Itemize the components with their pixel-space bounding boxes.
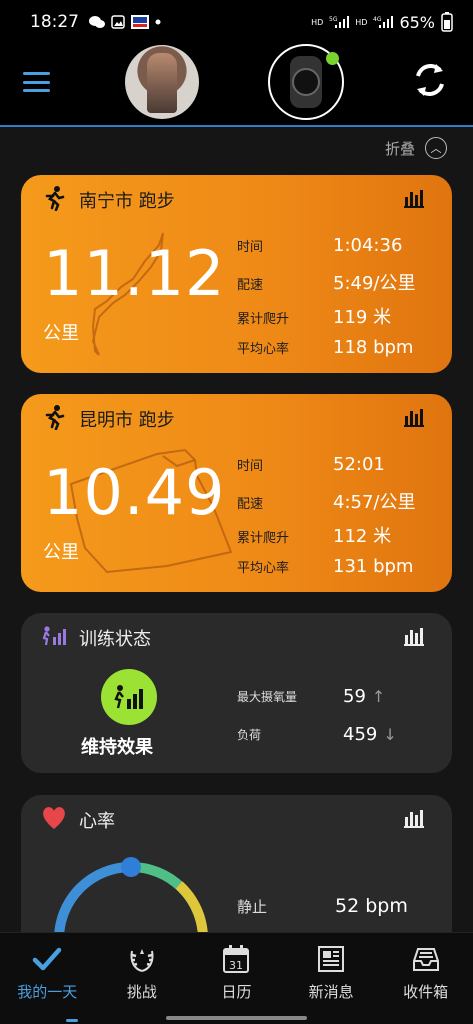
inbox-icon xyxy=(412,948,439,971)
activity-stats: 时间 52:01 配速 4:57/公里 累计爬升 112 米 平均心率 131 bpm xyxy=(237,454,416,590)
training-status-icon xyxy=(42,626,66,646)
hamburger-icon[interactable] xyxy=(23,72,50,92)
distance-unit: 公里 xyxy=(43,323,79,344)
arrow-down-icon: ↓ xyxy=(383,724,397,744)
heart-rate-gauge xyxy=(54,857,208,932)
arrow-up-icon: ↑ xyxy=(371,686,386,706)
tab-calendar[interactable]: 31 日历 xyxy=(189,933,284,1024)
laurel-icon xyxy=(130,949,154,972)
tab-label: 我的一天 xyxy=(17,983,78,1001)
gallery-icon xyxy=(111,15,125,29)
stat-pace: 配速 4:57/公里 xyxy=(237,492,416,513)
running-icon xyxy=(45,405,65,430)
status-bar: 18:27 HD 5G HD 4G 65% xyxy=(0,0,473,44)
maintaining-icon xyxy=(114,685,143,709)
status-time: 18:27 xyxy=(30,12,79,32)
watch-icon xyxy=(290,56,322,108)
activity-distance: 11.12 xyxy=(43,237,226,310)
app-header xyxy=(0,44,473,126)
calendar-day: 31 xyxy=(229,959,243,972)
dot-icon xyxy=(155,19,161,25)
hd-indicator-2: HD xyxy=(355,17,368,27)
training-status-badge xyxy=(101,669,157,725)
tab-inbox[interactable]: 收件箱 xyxy=(378,933,473,1024)
tab-label: 日历 xyxy=(221,983,252,1001)
stat-time: 时间 1:04:36 xyxy=(237,235,403,256)
svg-text:4G: 4G xyxy=(373,16,382,23)
bar-chart-icon[interactable] xyxy=(402,187,426,209)
training-status-value: 维持效果 xyxy=(81,737,153,758)
activity-title: 南宁市 跑步 xyxy=(79,191,175,212)
resting-hr: 静止 52 bpm xyxy=(237,895,408,917)
activity-stats: 时间 1:04:36 配速 5:49/公里 累计爬升 119 米 平均心率 118 bp… xyxy=(237,235,416,371)
stat-ascent: 累计爬升 119 米 xyxy=(237,307,392,328)
tab-label: 挑战 xyxy=(126,983,157,1001)
heart-rate-title: 心率 xyxy=(79,811,115,832)
home-indicator[interactable] xyxy=(166,1016,307,1020)
stat-avg-hr: 平均心率 131 bpm xyxy=(237,556,414,577)
battery-percent: 65% xyxy=(399,12,435,32)
hd-indicator: HD xyxy=(311,17,324,27)
signal-4g-icon: 4G xyxy=(373,16,394,28)
active-tab-indicator xyxy=(66,1019,78,1022)
activity-card-nanning[interactable]: 南宁市 跑步 11.12 公里 时间 1:04:36 配速 5:49/公里 累计爬升… xyxy=(21,175,452,373)
wechat-icon xyxy=(89,16,105,28)
calendar-icon: 31 xyxy=(223,945,250,973)
tab-label: 新消息 xyxy=(308,983,354,1001)
bottom-tab-bar: 我的一天 挑战 31 日历 新消息 收件箱 xyxy=(0,932,473,1024)
stat-ascent: 累计爬升 112 米 xyxy=(237,526,392,547)
training-status-title: 训练状态 xyxy=(79,629,151,650)
vo2max-row: 最大摄氧量 59 ↑ xyxy=(237,685,386,707)
chevron-up-icon[interactable]: ︿ xyxy=(425,137,447,159)
tab-challenges[interactable]: 挑战 xyxy=(95,933,190,1024)
signal-5g-icon: 5G xyxy=(329,16,350,28)
bar-chart-icon[interactable] xyxy=(402,807,426,829)
training-status-card[interactable]: 训练状态 维持效果 最大摄氧量 59 ↑ 负荷 459 ↓ xyxy=(21,613,452,773)
load-row: 负荷 459 ↓ xyxy=(237,723,397,745)
avatar[interactable] xyxy=(125,45,199,119)
tab-my-day[interactable]: 我的一天 xyxy=(0,933,95,1024)
activity-distance: 10.49 xyxy=(43,456,226,529)
activity-title: 昆明市 跑步 xyxy=(79,410,175,431)
heart-icon xyxy=(43,807,65,829)
device-connected-indicator xyxy=(326,52,339,65)
tab-label: 收件箱 xyxy=(403,983,449,1001)
sync-icon[interactable] xyxy=(410,60,450,100)
notification-icons xyxy=(89,15,161,29)
tab-newsfeed[interactable]: 新消息 xyxy=(284,933,379,1024)
stat-avg-hr: 平均心率 118 bpm xyxy=(237,337,414,358)
bar-chart-icon[interactable] xyxy=(402,625,426,647)
fold-toggle[interactable]: 折叠 ︿ xyxy=(385,137,447,159)
bar-chart-icon[interactable] xyxy=(402,406,426,428)
newspaper-icon xyxy=(318,946,345,972)
running-icon xyxy=(45,186,65,211)
check-icon xyxy=(33,947,62,971)
heart-rate-card[interactable]: 心率 静止 52 bpm xyxy=(21,795,452,932)
training-metrics: 最大摄氧量 59 ↑ 负荷 459 ↓ xyxy=(237,677,397,753)
stat-time: 时间 52:01 xyxy=(237,454,385,475)
battery-icon xyxy=(441,12,453,32)
distance-unit: 公里 xyxy=(43,542,79,563)
device-button[interactable] xyxy=(268,44,344,120)
stat-pace: 配速 5:49/公里 xyxy=(237,273,416,294)
activity-card-kunming[interactable]: 昆明市 跑步 10.49 公里 时间 52:01 配速 4:57/公里 累计爬升 11… xyxy=(21,394,452,592)
bank-app-icon xyxy=(131,15,149,29)
svg-text:5G: 5G xyxy=(329,16,338,23)
main-feed[interactable]: 折叠 ︿ 南宁市 跑步 11.12 公里 时间 1:04:36 配速 5:49/公里… xyxy=(0,127,473,932)
fold-label: 折叠 xyxy=(384,139,415,158)
